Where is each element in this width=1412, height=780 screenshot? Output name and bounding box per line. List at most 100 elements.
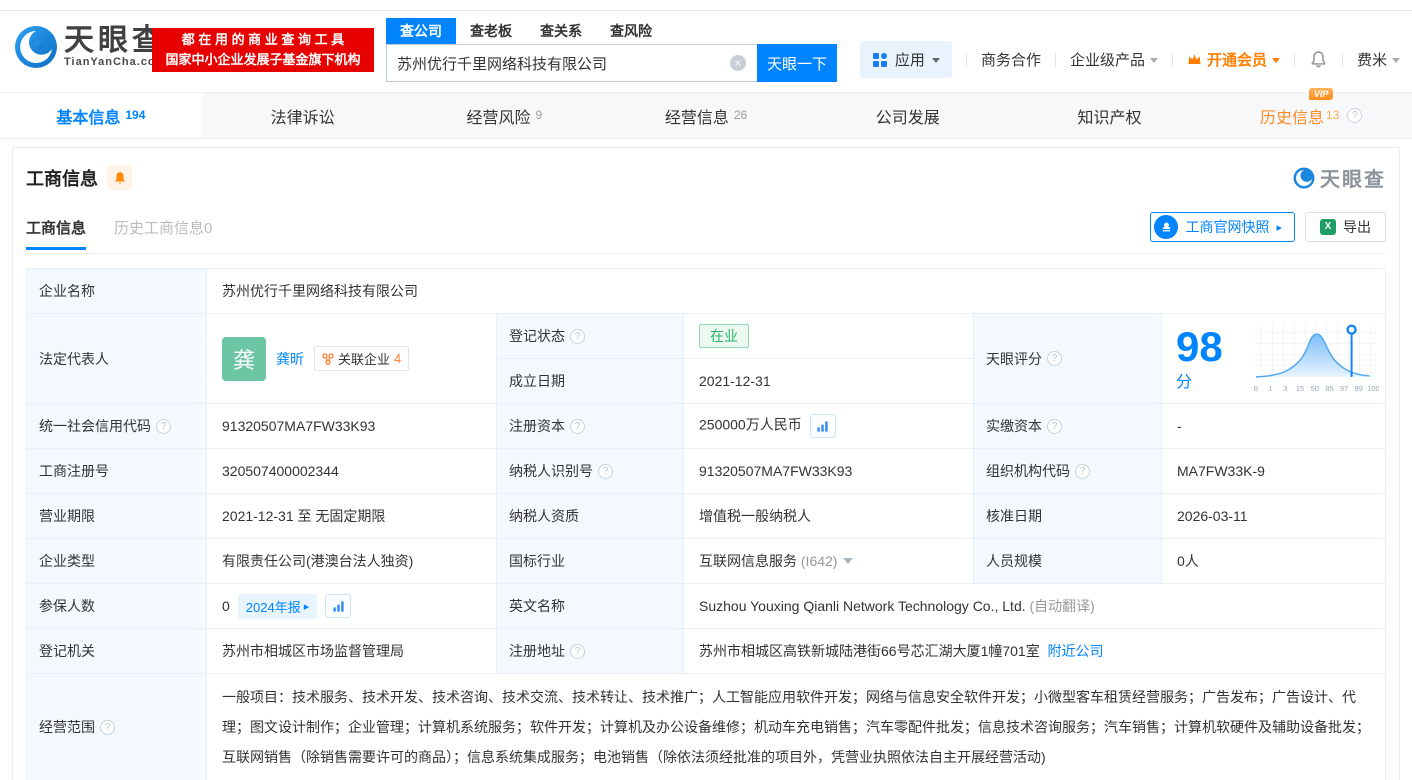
related-companies-badge[interactable]: 关联企业 4 — [314, 346, 410, 371]
company-type-label: 企业类型 — [26, 538, 207, 584]
arrow-right-icon: ▸ — [1276, 221, 1282, 234]
svg-text:0: 0 — [1253, 383, 1257, 392]
tab-company-development[interactable]: 公司发展 — [807, 93, 1009, 138]
insured-value: 0 2024年报 ▸ — [206, 583, 497, 629]
promo-line-2: 国家中小企业发展子基金旗下机构 — [165, 52, 361, 67]
open-vip-link[interactable]: 开通会员 — [1187, 49, 1280, 70]
help-icon[interactable]: ? — [1047, 351, 1062, 366]
taxpayer-id-label: 纳税人识别号? — [496, 448, 684, 494]
business-cooperation-link[interactable]: 商务合作 — [981, 49, 1041, 70]
divider — [965, 52, 967, 67]
help-icon[interactable]: ? — [570, 418, 585, 434]
paid-capital-value: - — [1161, 403, 1386, 449]
taxpayer-quality-value: 增值税一般纳税人 — [683, 493, 974, 539]
table-row: 企业类型 有限责任公司(港澳台法人独资) 国标行业 互联网信息服务 (I642)… — [26, 538, 1386, 584]
credit-code-value: 91320507MA7FW33K93 — [206, 403, 497, 449]
table-row: 企业名称 苏州优行千里网络科技有限公司 — [26, 268, 1386, 314]
search-tab-risk[interactable]: 查风险 — [596, 18, 666, 44]
tab-basic-info[interactable]: 基本信息 194 — [0, 93, 202, 138]
reg-number-label: 工商注册号 — [26, 448, 207, 494]
insured-label: 参保人数 — [26, 583, 207, 629]
tianyancha-logo-icon — [15, 26, 57, 68]
chevron-down-icon[interactable] — [843, 558, 854, 564]
search-button[interactable]: 天眼一下 — [757, 44, 837, 82]
company-name-value: 苏州优行千里网络科技有限公司 — [206, 268, 1386, 314]
svg-text:15: 15 — [1295, 383, 1303, 392]
apps-menu[interactable]: 应用 — [859, 41, 952, 78]
svg-text:99: 99 — [1354, 383, 1362, 392]
help-icon[interactable]: ? — [570, 643, 585, 659]
reg-number-value: 320507400002344 — [206, 448, 497, 494]
help-icon[interactable]: ? — [1075, 463, 1090, 479]
apps-label: 应用 — [894, 52, 925, 69]
svg-text:85: 85 — [1325, 383, 1333, 392]
help-icon[interactable]: ? — [598, 463, 613, 479]
help-icon[interactable]: ? — [100, 719, 115, 735]
subtab-history-business-info[interactable]: 历史工商信息0 — [114, 217, 212, 238]
nearby-companies-link[interactable]: 附近公司 — [1048, 643, 1104, 659]
annual-report-pill[interactable]: 2024年报 ▸ — [237, 593, 318, 619]
clear-icon[interactable]: × — [730, 55, 746, 71]
business-term-label: 营业期限 — [26, 493, 207, 539]
divider — [1171, 52, 1173, 67]
svg-text:97: 97 — [1339, 383, 1347, 392]
score-cell: 98分 0 1 3 15 50 85 97 99 100 — [1161, 313, 1386, 404]
tianyancha-logo[interactable]: 天眼查 TianYanCha.com — [14, 25, 166, 69]
staff-size-value: 0人 — [1161, 538, 1386, 584]
scope-label: 经营范围? — [26, 673, 207, 780]
tab-intellectual-property[interactable]: 知识产权 — [1009, 93, 1211, 138]
search-block: 查公司 查老板 查关系 查风险 × 天眼一下 — [386, 18, 837, 82]
reg-status-label: 登记状态? — [496, 313, 684, 359]
help-icon[interactable]: ? — [1047, 418, 1062, 434]
help-icon[interactable]: ? — [156, 418, 171, 434]
table-row: 工商注册号 320507400002344 纳税人识别号? 91320507MA… — [26, 448, 1386, 494]
legal-rep-cell: 龚 龚昕 关联企业 4 — [206, 313, 497, 404]
help-icon[interactable]: ? — [570, 328, 585, 344]
table-row: 参保人数 0 2024年报 ▸ 英文名称 Suzhou Youxing Qianl… — [26, 583, 1386, 629]
username: 费米 — [1356, 52, 1387, 69]
search-tab-company[interactable]: 查公司 — [386, 18, 456, 44]
business-info-card: 工商信息 天眼查 工商信息 历史工商信息0 工商官网快照 ▸ X 导出 企业名称… — [12, 147, 1400, 780]
section-title: 工商信息 — [26, 168, 98, 189]
capital-chart-button[interactable] — [809, 414, 836, 438]
address-value: 苏州市相城区高铁新城陆港街66号芯汇湖大厦1幢701室 附近公司 — [683, 628, 1386, 674]
arrow-right-icon: ▸ — [303, 600, 310, 613]
divider — [1341, 52, 1343, 67]
tab-operating-risk[interactable]: 经营风险 9 — [403, 93, 605, 138]
search-tab-boss[interactable]: 查老板 — [456, 18, 526, 44]
reg-capital-value: 250000万人民币 — [683, 403, 974, 449]
avatar[interactable]: 龚 — [222, 336, 266, 381]
export-button[interactable]: X 导出 — [1305, 212, 1386, 242]
business-term-value: 2021-12-31 至 无固定期限 — [206, 493, 497, 539]
notifications-bell[interactable] — [1309, 50, 1328, 69]
tab-business-info[interactable]: 经营信息 26 — [605, 93, 807, 138]
approval-date-value: 2026-03-11 — [1161, 493, 1386, 539]
chevron-down-icon — [1271, 58, 1280, 63]
english-name-value: Suzhou Youxing Qianli Network Technology… — [683, 583, 1386, 629]
table-row: 法定代表人 龚 龚昕 关联企业 4 登记状态 ? 在业 天眼评分 ? 98分 0… — [26, 313, 1386, 404]
top-divider — [0, 0, 1412, 11]
search-tab-relation[interactable]: 查关系 — [526, 18, 596, 44]
business-info-table: 企业名称 苏州优行千里网络科技有限公司 法定代表人 龚 龚昕 关联企业 4 登记… — [26, 268, 1386, 780]
company-type-value: 有限责任公司(港澳台法人独资) — [206, 538, 497, 584]
org-structure-icon — [322, 352, 334, 365]
official-snapshot-button[interactable]: 工商官网快照 ▸ — [1150, 212, 1295, 242]
insured-chart-button[interactable] — [325, 594, 352, 618]
search-tabs: 查公司 查老板 查关系 查风险 — [386, 18, 837, 44]
legal-rep-name-link[interactable]: 龚昕 — [276, 349, 304, 369]
search-input[interactable] — [386, 44, 757, 82]
help-icon[interactable]: ? — [1347, 108, 1363, 123]
watermark-text: 天眼查 — [1320, 169, 1386, 191]
industry-label: 国标行业 — [496, 538, 684, 584]
org-code-label: 组织机构代码? — [973, 448, 1162, 494]
user-menu[interactable]: 费米 — [1357, 49, 1400, 70]
scope-value: 一般项目：技术服务、技术开发、技术咨询、技术交流、技术转让、技术推广；人工智能应… — [206, 673, 1386, 780]
excel-icon: X — [1320, 219, 1336, 235]
stamp-icon — [1154, 215, 1179, 239]
enterprise-products-menu[interactable]: 企业级产品 — [1070, 49, 1158, 70]
taxpayer-quality-label: 纳税人资质 — [496, 493, 684, 539]
monitor-bell-button[interactable] — [107, 165, 132, 190]
tab-legal-proceedings[interactable]: 法律诉讼 — [202, 93, 404, 138]
subtab-business-info[interactable]: 工商信息 — [26, 217, 87, 250]
tab-history-info[interactable]: VIP 历史信息 13 ? — [1210, 87, 1412, 138]
